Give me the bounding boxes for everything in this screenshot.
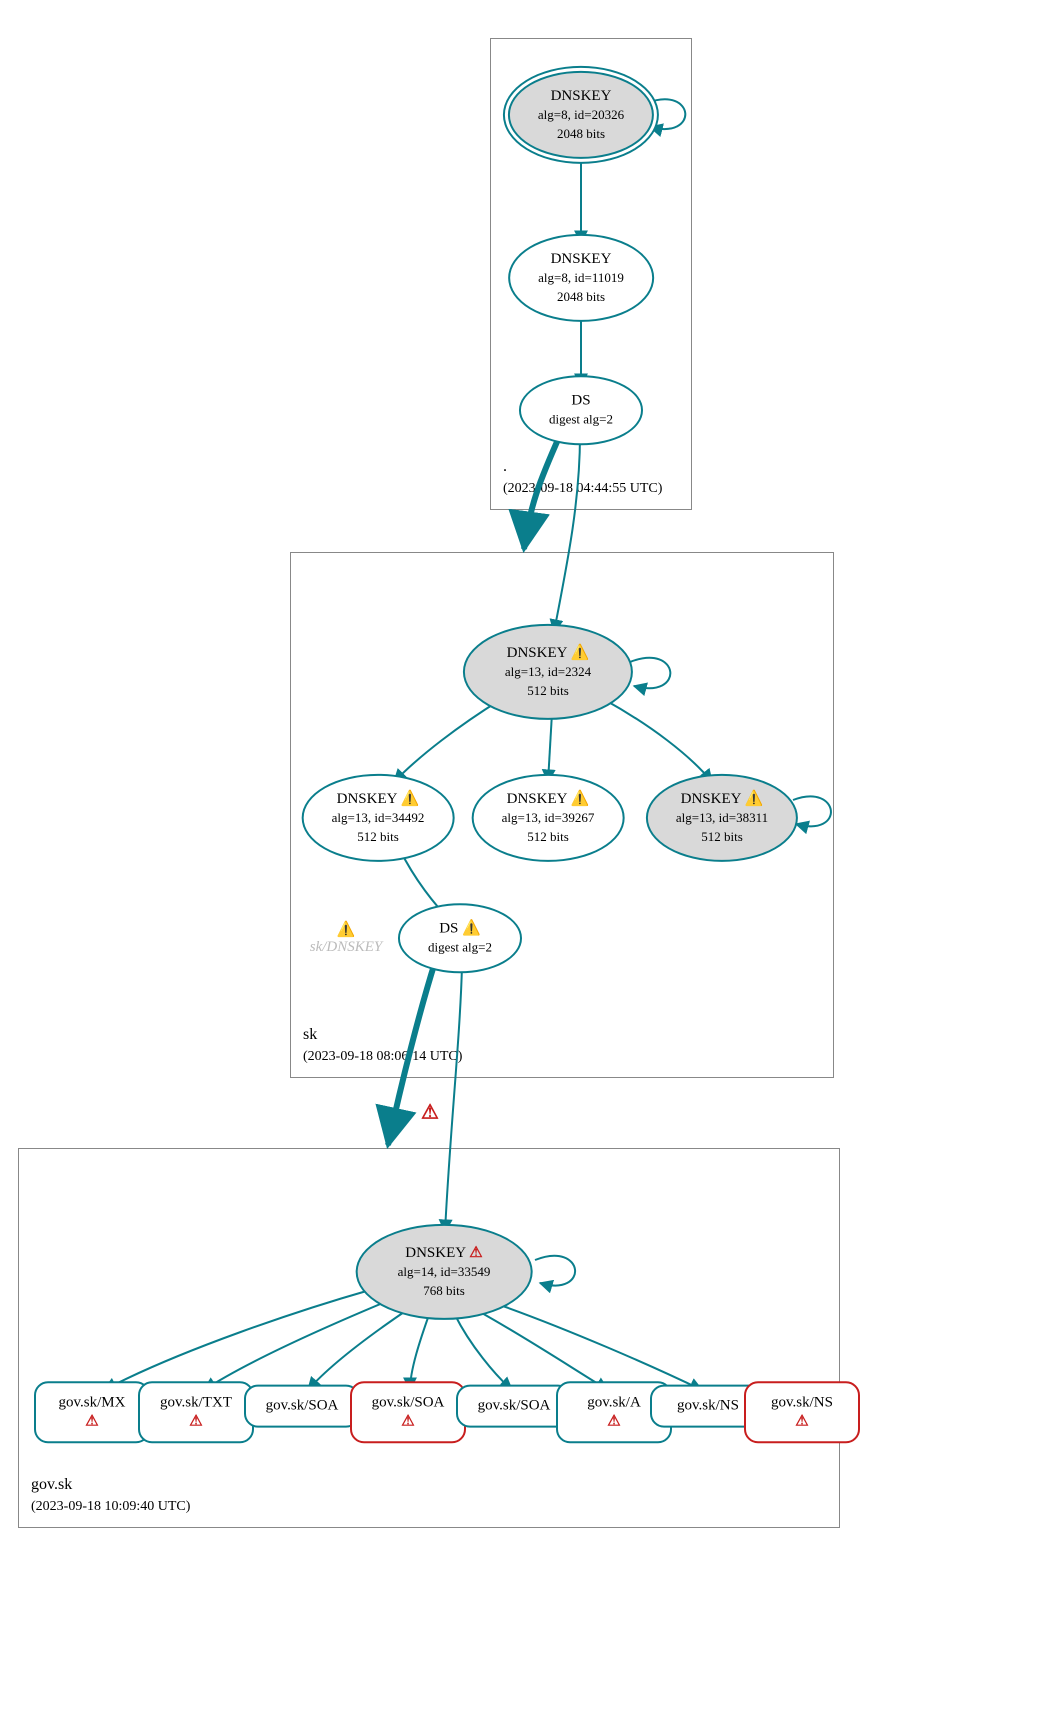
root-zsk-l2: alg=8, id=11019 <box>538 270 624 285</box>
zone-gov: gov.sk (2023-09-18 10:09:40 UTC) <box>18 1148 840 1528</box>
sk-faint-dnskey: ⚠️ sk/DNSKEY <box>310 920 383 956</box>
sk-ds-title: DS <box>439 920 458 936</box>
sk-ksk-title: DNSKEY <box>507 645 567 661</box>
sk-faint-label: sk/DNSKEY <box>310 939 383 955</box>
rr-soa1-label: gov.sk/SOA <box>266 1398 339 1414</box>
root-ksk-l2: alg=8, id=20326 <box>538 107 624 122</box>
root-ksk-title: DNSKEY <box>551 88 612 104</box>
warn-icon: ⚠️ <box>745 791 764 807</box>
sk-ds: DS ⚠️ digest alg=2 <box>398 903 522 973</box>
rr-ns-2: gov.sk/NS ⚠ <box>744 1381 860 1443</box>
warn-icon: ⚠️ <box>401 791 420 807</box>
root-ds-title: DS <box>571 392 590 408</box>
sk-ksk: DNSKEY ⚠️ alg=13, id=2324 512 bits <box>463 624 633 720</box>
zone-gov-label: gov.sk <box>31 1476 72 1493</box>
sk-z2-title: DNSKEY <box>507 791 567 807</box>
delegation-error-icon: ⚠ <box>421 1100 439 1125</box>
root-zsk-l3: 2048 bits <box>557 288 605 303</box>
rr-txt-label: gov.sk/TXT <box>160 1394 232 1410</box>
warn-icon: ⚠️ <box>571 645 590 661</box>
root-ds-l2: digest alg=2 <box>549 411 613 426</box>
root-ds: DS digest alg=2 <box>519 375 643 445</box>
zone-sk-ts: (2023-09-18 08:06:14 UTC) <box>303 1049 462 1064</box>
gov-key-l3: 768 bits <box>423 1282 465 1297</box>
error-icon: ⚠ <box>421 1102 439 1124</box>
warn-icon: ⚠️ <box>571 791 590 807</box>
error-icon: ⚠ <box>401 1413 414 1429</box>
warn-icon: ⚠️ <box>462 920 481 936</box>
sk-ds-l2: digest alg=2 <box>428 939 492 954</box>
root-ksk: DNSKEY alg=8, id=20326 2048 bits <box>508 71 654 159</box>
gov-key-l2: alg=14, id=33549 <box>398 1264 491 1279</box>
rr-txt: gov.sk/TXT ⚠ <box>138 1381 254 1443</box>
sk-z1-title: DNSKEY <box>337 791 397 807</box>
rr-mx-label: gov.sk/MX <box>59 1394 126 1410</box>
error-icon: ⚠ <box>607 1413 620 1429</box>
root-zsk-title: DNSKEY <box>551 251 612 267</box>
zone-root-label: . <box>503 458 507 475</box>
zone-root-ts: (2023-09-18 04:44:55 UTC) <box>503 481 662 496</box>
rr-ns1-label: gov.sk/NS <box>677 1398 739 1414</box>
sk-z1-l2: alg=13, id=34492 <box>332 810 425 825</box>
rr-soa-1: gov.sk/SOA <box>244 1385 360 1428</box>
rr-soa-3: gov.sk/SOA <box>456 1385 572 1428</box>
gov-dnskey: DNSKEY ⚠ alg=14, id=33549 768 bits <box>356 1224 533 1320</box>
gov-key-title: DNSKEY <box>405 1245 465 1261</box>
sk-zsk-3: DNSKEY ⚠️ alg=13, id=38311 512 bits <box>646 774 798 862</box>
sk-z3-l3: 512 bits <box>701 828 743 843</box>
sk-z3-title: DNSKEY <box>681 791 741 807</box>
sk-ksk-l3: 512 bits <box>527 682 569 697</box>
error-icon: ⚠ <box>189 1413 202 1429</box>
sk-zsk-2: DNSKEY ⚠️ alg=13, id=39267 512 bits <box>472 774 625 862</box>
sk-z2-l2: alg=13, id=39267 <box>502 810 595 825</box>
sk-z3-l2: alg=13, id=38311 <box>676 810 768 825</box>
zone-sk-label: sk <box>303 1026 317 1043</box>
error-icon: ⚠ <box>85 1413 98 1429</box>
rr-soa3-label: gov.sk/SOA <box>478 1398 551 1414</box>
rr-ns2-label: gov.sk/NS <box>771 1394 833 1410</box>
rr-soa2-label: gov.sk/SOA <box>372 1394 445 1410</box>
rr-soa-2: gov.sk/SOA ⚠ <box>350 1381 466 1443</box>
rr-a-label: gov.sk/A <box>587 1394 641 1410</box>
error-icon: ⚠ <box>469 1245 482 1261</box>
zone-gov-ts: (2023-09-18 10:09:40 UTC) <box>31 1499 190 1514</box>
sk-z2-l3: 512 bits <box>527 828 569 843</box>
error-icon: ⚠ <box>795 1413 808 1429</box>
sk-zsk-1: DNSKEY ⚠️ alg=13, id=34492 512 bits <box>302 774 455 862</box>
warn-icon: ⚠️ <box>337 922 356 938</box>
sk-z1-l3: 512 bits <box>357 828 399 843</box>
rr-mx: gov.sk/MX ⚠ <box>34 1381 150 1443</box>
root-ksk-l3: 2048 bits <box>557 125 605 140</box>
sk-ksk-l2: alg=13, id=2324 <box>505 664 591 679</box>
root-zsk: DNSKEY alg=8, id=11019 2048 bits <box>508 234 654 322</box>
